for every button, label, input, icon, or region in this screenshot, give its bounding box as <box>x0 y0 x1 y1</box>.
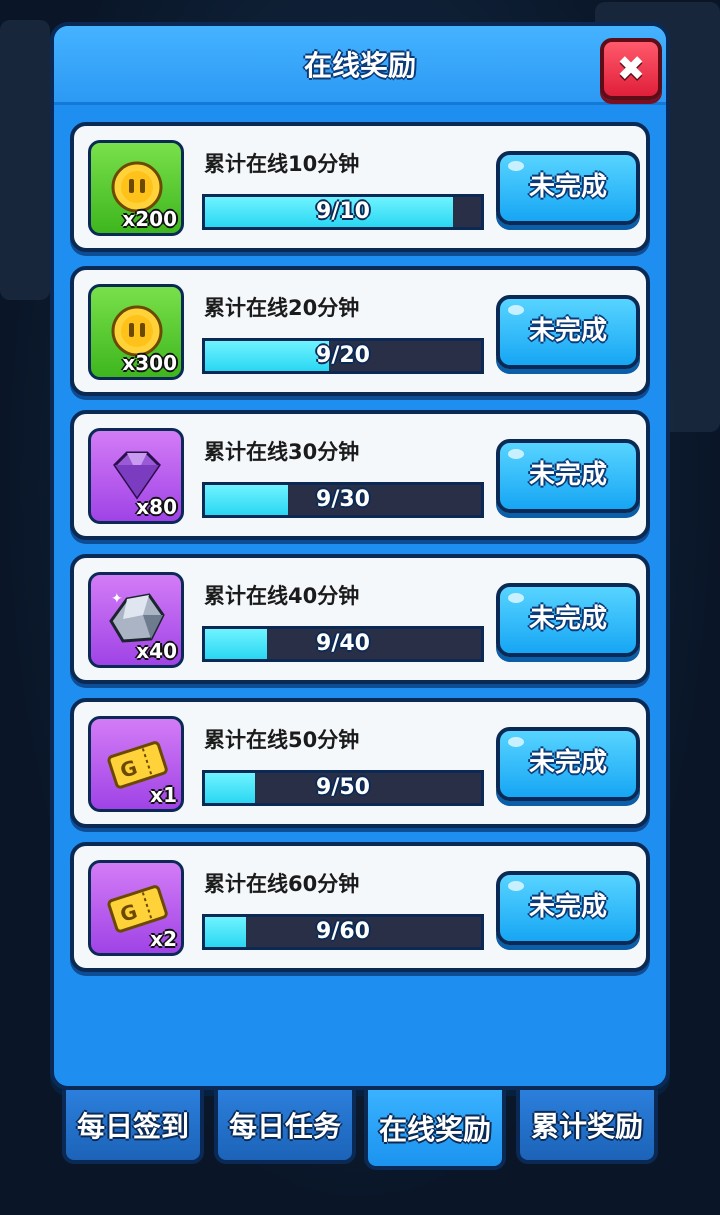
close-icon: ✖ <box>616 49 646 89</box>
progress-bar: 9/40 <box>202 626 484 662</box>
reward-row: ✦ x40 累计在线40分钟 9/40 未完成 <box>70 554 650 684</box>
progress-bar: 9/60 <box>202 914 484 950</box>
panel-header: 在线奖励 <box>54 26 666 105</box>
bottom-tab-bar: 每日签到 每日任务 在线奖励 累计奖励 <box>62 1090 662 1170</box>
close-button[interactable]: ✖ <box>600 38 662 100</box>
progress-text: 9/60 <box>316 919 370 944</box>
reward-title: 累计在线60分钟 <box>204 872 360 896</box>
progress-text: 9/10 <box>316 199 370 224</box>
reward-list: x200 累计在线10分钟 9/10 未完成 x300 累计在线20分钟 9/2… <box>70 122 650 986</box>
reward-title: 累计在线20分钟 <box>204 296 360 320</box>
progress-text: 9/50 <box>316 775 370 800</box>
reward-count: x40 <box>136 639 177 663</box>
reward-item-slot: x80 <box>88 428 184 524</box>
reward-row: G x2 累计在线60分钟 9/60 未完成 <box>70 842 650 972</box>
reward-title: 累计在线10分钟 <box>204 152 360 176</box>
progress-text: 9/30 <box>316 487 370 512</box>
reward-count: x300 <box>122 351 177 375</box>
reward-row: x80 累计在线30分钟 9/30 未完成 <box>70 410 650 540</box>
tab-daily-signin[interactable]: 每日签到 <box>62 1090 204 1164</box>
tab-online-rewards[interactable]: 在线奖励 <box>364 1090 506 1170</box>
reward-title: 累计在线30分钟 <box>204 440 360 464</box>
incomplete-button[interactable]: 未完成 <box>496 583 640 657</box>
background-side-panel-left <box>0 20 50 300</box>
progress-bar: 9/50 <box>202 770 484 806</box>
tab-daily-tasks[interactable]: 每日任务 <box>214 1090 356 1164</box>
reward-row: G x1 累计在线50分钟 9/50 未完成 <box>70 698 650 828</box>
progress-bar: 9/20 <box>202 338 484 374</box>
panel-title: 在线奖励 <box>303 49 416 82</box>
incomplete-button[interactable]: 未完成 <box>496 871 640 945</box>
reward-item-slot: x200 <box>88 140 184 236</box>
reward-title: 累计在线40分钟 <box>204 584 360 608</box>
reward-title: 累计在线50分钟 <box>204 728 360 752</box>
incomplete-button[interactable]: 未完成 <box>496 439 640 513</box>
incomplete-button[interactable]: 未完成 <box>496 151 640 225</box>
progress-bar: 9/30 <box>202 482 484 518</box>
progress-text: 9/20 <box>316 343 370 368</box>
incomplete-button[interactable]: 未完成 <box>496 727 640 801</box>
reward-item-slot: x300 <box>88 284 184 380</box>
reward-row: x300 累计在线20分钟 9/20 未完成 <box>70 266 650 396</box>
reward-count: x2 <box>150 927 177 951</box>
progress-text: 9/40 <box>316 631 370 656</box>
svg-text:✦: ✦ <box>111 591 123 607</box>
reward-item-slot: ✦ x40 <box>88 572 184 668</box>
reward-item-slot: G x2 <box>88 860 184 956</box>
incomplete-button[interactable]: 未完成 <box>496 295 640 369</box>
reward-count: x1 <box>150 783 177 807</box>
reward-item-slot: G x1 <box>88 716 184 812</box>
reward-count: x80 <box>136 495 177 519</box>
reward-count: x200 <box>122 207 177 231</box>
reward-row: x200 累计在线10分钟 9/10 未完成 <box>70 122 650 252</box>
tab-cumulative-rewards[interactable]: 累计奖励 <box>516 1090 658 1164</box>
progress-bar: 9/10 <box>202 194 484 230</box>
